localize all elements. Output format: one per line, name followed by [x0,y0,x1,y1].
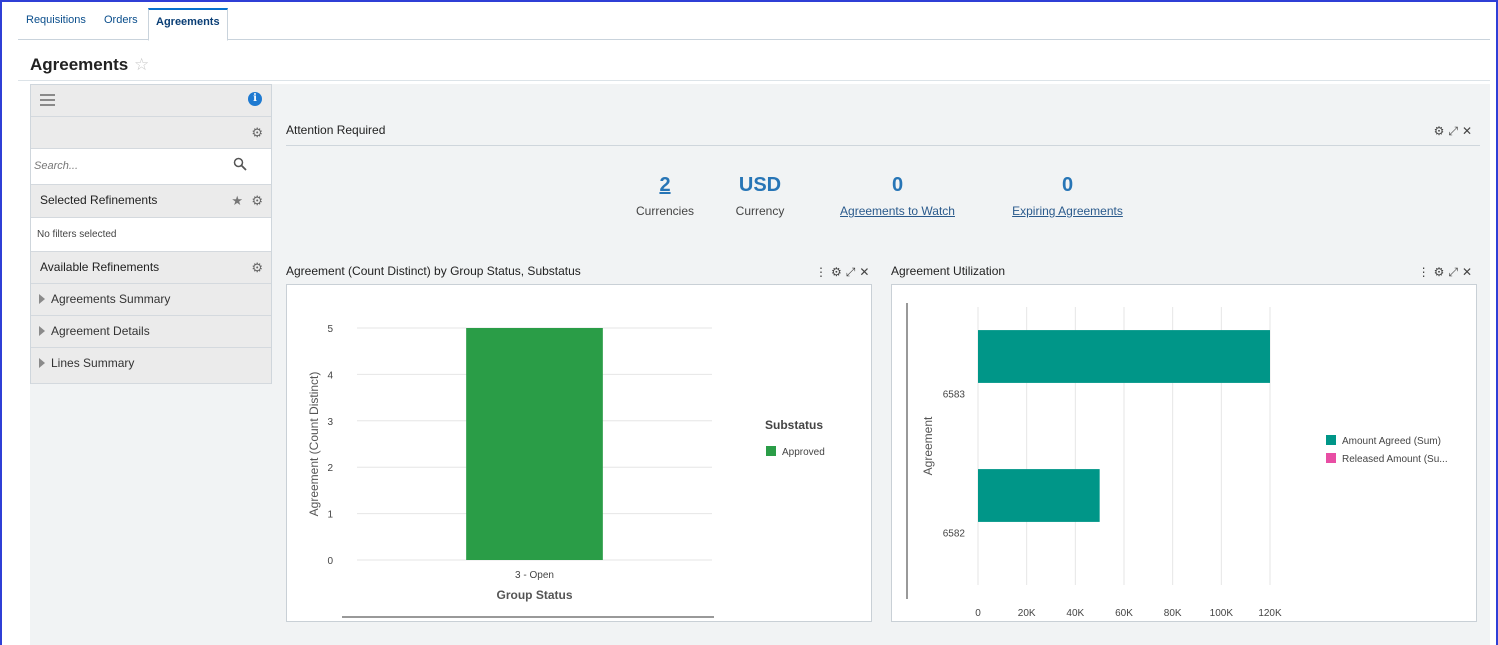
selected-refinements-header: Selected Refinements ★ ⚙ [31,185,271,218]
y-tick-label: 6583 [943,390,966,401]
metric-expiring-agreements: 0 Expiring Agreements [995,174,1140,218]
hamburger-menu-icon[interactable] [40,94,55,106]
y-tick-label: 4 [327,370,333,381]
selected-refinements-body: No filters selected [31,218,271,252]
metric-currencies: 2 Currencies [610,174,720,218]
info-icon[interactable]: i [248,92,262,106]
metric-currency: USD Currency [715,174,805,218]
utilization-chart: 0 20K 40K 60K 80K 100K 120K 6583 6582 Agreement Am… [906,303,1448,619]
close-icon[interactable]: ✕ [1462,124,1476,138]
selected-refinements-label: Selected Refinements [40,193,158,207]
search-input[interactable]: Search... [34,160,78,172]
y-axis-label: Agreement (Count Distinct) [307,372,321,517]
x-tick-label: 120K [1258,608,1282,619]
more-options-icon[interactable]: ⋮ [815,265,831,279]
tab-bar: Requisitions Orders Agreements [18,8,1490,41]
y-tick-label: 1 [327,510,333,521]
metric-label: Currency [735,204,785,218]
legend-label: Approved [782,447,825,458]
legend-swatch [1326,435,1336,445]
gear-icon[interactable]: ⚙ [831,265,846,279]
x-tick-label: 100K [1210,608,1234,619]
panel-controls: ⋮⚙⤢✕ [1418,265,1476,280]
search-row: Search... [31,149,271,185]
legend-swatch [1326,453,1336,463]
count-distinct-chart: 0 1 2 3 4 5 3 - Open Group Status Agreement (Cou… [307,324,825,618]
legend-label: Released Amount (Su... [1342,454,1448,465]
expand-triangle-icon [39,358,45,368]
x-axis-label: Group Status [496,588,572,602]
accordion-lines-summary[interactable]: Lines Summary [31,348,271,384]
x-tick-label: 40K [1066,608,1084,619]
accordion-label: Agreement Details [51,324,150,338]
metric-label: Currencies [635,204,695,218]
y-tick-label: 3 [327,417,333,428]
bar [978,330,1270,383]
x-tick-label: 3 - Open [515,570,554,581]
gear-icon[interactable]: ⚙ [251,260,263,276]
metric-agreements-to-watch: 0 Agreements to Watch [825,174,970,218]
panel-controls: ⋮⚙⤢✕ [815,265,873,280]
divider [286,145,1480,146]
legend-swatch [766,446,776,456]
chart-left-title: Agreement (Count Distinct) by Group Stat… [286,264,581,278]
star-icon[interactable]: ★ [231,193,243,209]
accordion-agreements-summary[interactable]: Agreements Summary [31,284,271,316]
x-tick-label: 20K [1018,608,1036,619]
toolbar-row: ⚙ [31,117,271,149]
legend-label: Amount Agreed (Sum) [1342,436,1441,447]
expand-icon[interactable]: ⤢ [1448,265,1462,279]
panel-controls: ⚙⤢✕ [1434,124,1476,139]
bar [978,469,1100,522]
metric-value: 0 [1061,174,1074,196]
expiring-agreements-link[interactable]: Expiring Agreements [995,204,1140,218]
no-filters-text: No filters selected [37,229,117,240]
gear-icon[interactable]: ⚙ [251,125,263,141]
tab-requisitions[interactable]: Requisitions [26,14,86,26]
close-icon[interactable]: ✕ [1462,265,1476,279]
bar [466,328,603,560]
x-tick-label: 60K [1115,608,1133,619]
tab-orders[interactable]: Orders [104,14,138,26]
expand-icon[interactable]: ⤢ [1448,124,1462,138]
metric-value[interactable]: 2 [610,174,720,197]
x-tick-label: 80K [1164,608,1182,619]
refinements-panel: i ⚙ Search... Selected Refinements ★ ⚙ N… [30,84,272,384]
divider [18,80,1490,81]
chart-left-box: 0 1 2 3 4 5 3 - Open Group Status Agreement (Cou… [286,284,872,622]
expand-icon[interactable]: ⤢ [846,265,860,279]
tab-agreements[interactable]: Agreements [148,8,228,41]
page-title: Agreements [30,55,129,74]
available-refinements-header: Available Refinements ⚙ [31,252,271,284]
search-icon[interactable] [233,157,247,171]
expand-triangle-icon [39,326,45,336]
metric-value: USD [738,174,782,196]
gear-icon[interactable]: ⚙ [1434,124,1449,138]
x-tick-label: 0 [975,608,981,619]
legend-title: Substatus [765,418,823,432]
gear-icon[interactable]: ⚙ [1434,265,1449,279]
accordion-label: Agreements Summary [51,292,171,306]
panel-header: i [31,85,271,117]
y-tick-label: 5 [327,324,333,335]
accordion-agreement-details[interactable]: Agreement Details [31,316,271,348]
available-refinements-label: Available Refinements [40,260,160,274]
y-tick-label: 2 [327,463,333,474]
y-axis-label: Agreement [921,416,935,475]
agreements-to-watch-link[interactable]: Agreements to Watch [825,204,970,218]
y-tick-label: 0 [327,556,333,567]
attention-title: Attention Required [286,123,386,137]
more-options-icon[interactable]: ⋮ [1418,265,1434,279]
metric-value: 0 [891,174,904,196]
favorite-star-icon[interactable]: ☆ [134,55,149,75]
gear-icon[interactable]: ⚙ [251,193,263,209]
chart-right-box: 0 20K 40K 60K 80K 100K 120K 6583 6582 Agreement Am… [891,284,1477,622]
expand-triangle-icon [39,294,45,304]
y-tick-label: 6582 [943,529,966,540]
chart-right-title: Agreement Utilization [891,264,1006,278]
close-icon[interactable]: ✕ [859,265,873,279]
accordion-label: Lines Summary [51,356,135,370]
